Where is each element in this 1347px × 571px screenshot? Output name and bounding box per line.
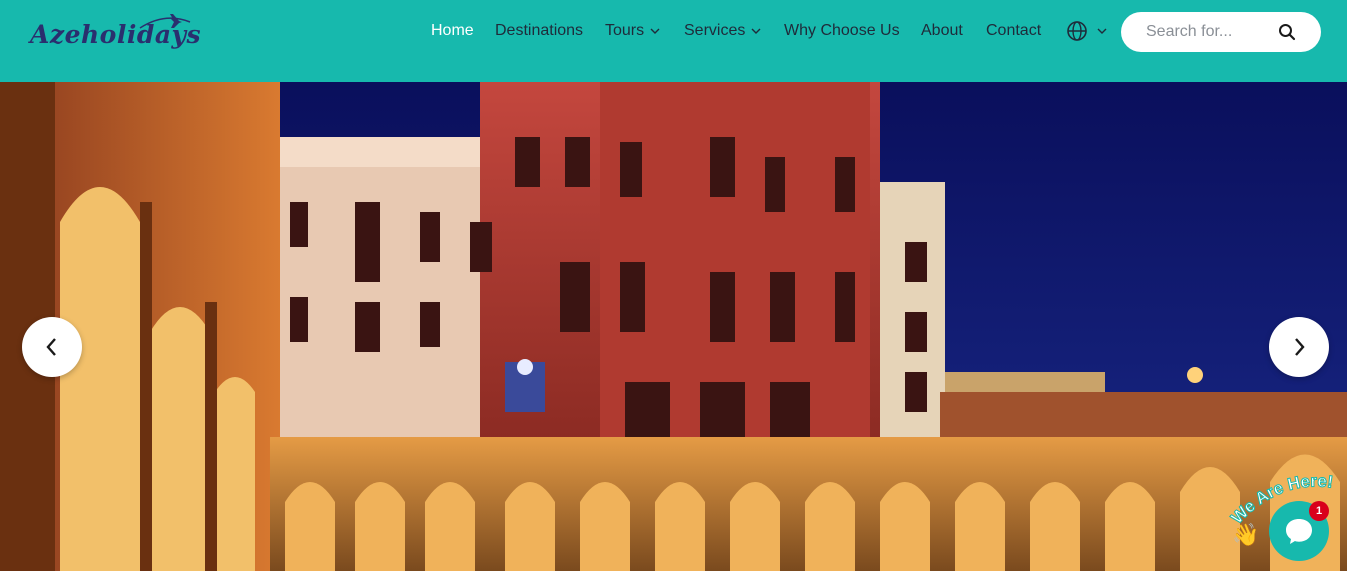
nav-contact[interactable]: Contact	[986, 22, 1041, 40]
nav-about[interactable]: About	[921, 22, 963, 40]
chat-bubble-icon	[1286, 519, 1312, 544]
language-selector[interactable]	[1066, 20, 1108, 42]
airplane-logo-icon	[139, 14, 191, 29]
chevron-down-icon	[650, 28, 660, 34]
nav-why-choose-us-label: Why Choose Us	[784, 22, 900, 39]
chat-unread-badge: 1	[1309, 501, 1329, 521]
chevron-left-icon	[46, 338, 56, 356]
search-input[interactable]	[1146, 12, 1276, 52]
nav-home[interactable]: Home	[431, 22, 474, 40]
site-logo[interactable]: Azeholidays	[30, 10, 201, 60]
nav-destinations[interactable]: Destinations	[495, 22, 583, 40]
hero-slider	[0, 82, 1347, 571]
slider-prev-button[interactable]	[22, 317, 82, 377]
site-header: Azeholidays Home Destinations Tours Serv…	[0, 0, 1347, 82]
nav-about-label: About	[921, 22, 963, 39]
slider-next-button[interactable]	[1269, 317, 1329, 377]
nav-services-label: Services	[684, 22, 746, 39]
chevron-down-icon	[751, 28, 761, 34]
nav-destinations-label: Destinations	[495, 22, 584, 39]
globe-icon	[1067, 21, 1087, 41]
search-icon[interactable]	[1278, 23, 1296, 41]
nav-tours-label: Tours	[605, 22, 645, 39]
nav-tours[interactable]: Tours	[605, 22, 661, 40]
nav-contact-label: Contact	[986, 22, 1042, 39]
hero-image	[0, 82, 1347, 571]
nav-home-label: Home	[431, 22, 474, 39]
waving-hand-icon: 👋	[1232, 522, 1260, 547]
search-box	[1121, 12, 1321, 52]
chevron-right-icon	[1295, 338, 1305, 356]
nav-why-choose-us[interactable]: Why Choose Us	[784, 22, 900, 40]
chevron-down-icon	[1097, 28, 1107, 34]
nav-services[interactable]: Services	[684, 22, 762, 40]
